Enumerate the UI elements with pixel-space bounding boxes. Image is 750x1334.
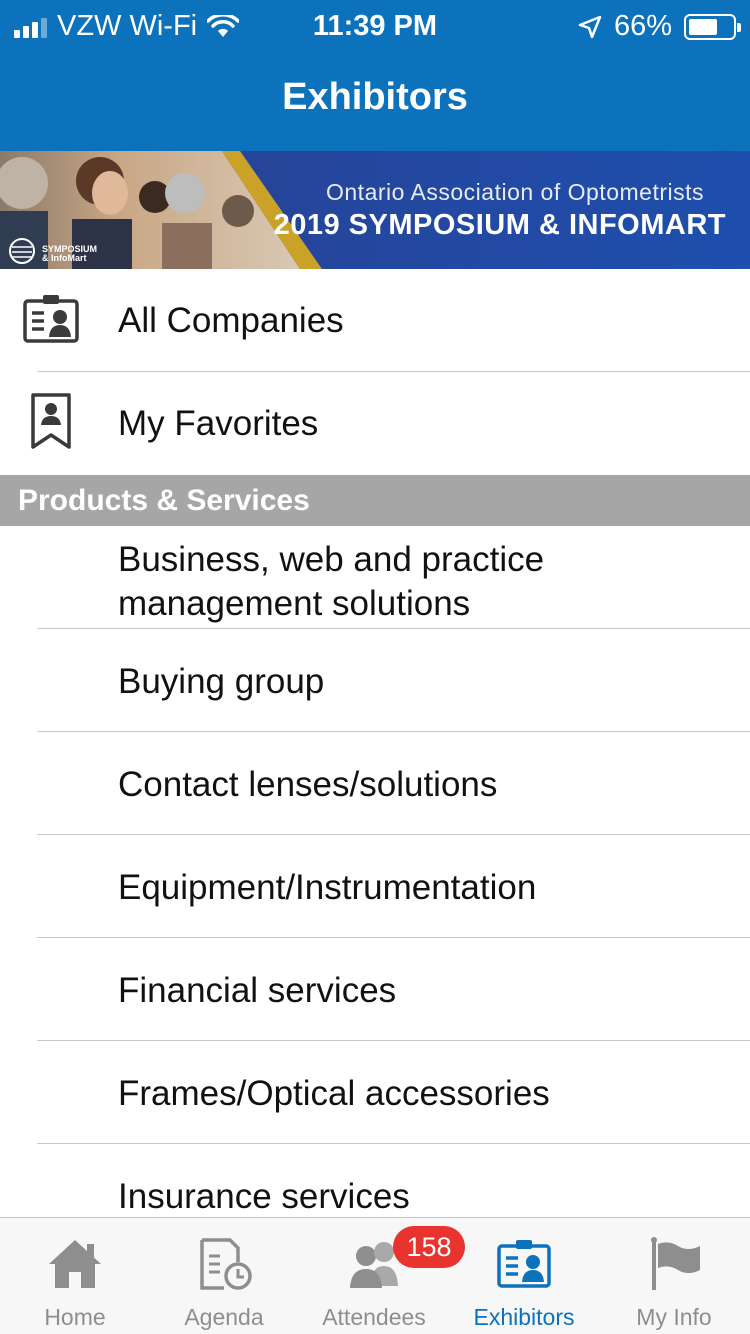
category-label: Buying group	[118, 662, 325, 701]
tab-label: Exhibitors	[473, 1304, 575, 1330]
event-banner[interactable]: SYMPOSIUM & InfoMart Ontario Association…	[0, 151, 750, 269]
exhibitor-list[interactable]: All Companies My Favorites Products & Se…	[0, 269, 750, 1247]
category-row[interactable]: Buying group	[0, 629, 750, 732]
category-row[interactable]: Equipment/Instrumentation	[0, 835, 750, 938]
battery-percent: 66%	[613, 10, 672, 42]
tab-home[interactable]: Home	[0, 1218, 150, 1334]
location-arrow-icon	[578, 15, 602, 38]
tab-bar: Home Agenda Attendees Exhibitors My Info	[0, 1217, 750, 1334]
menu-item-label: My Favorites	[118, 403, 319, 443]
status-right: 66%	[578, 10, 741, 43]
category-label: Financial services	[118, 971, 397, 1010]
category-label: Equipment/Instrumentation	[118, 868, 537, 907]
banner-event: 2019 SYMPOSIUM & INFOMART	[273, 209, 726, 241]
menu-item-label: All Companies	[118, 300, 344, 340]
menu-item-my-favorites[interactable]: My Favorites	[0, 372, 750, 475]
page-title: Exhibitors	[282, 76, 468, 118]
tab-exhibitors[interactable]: Exhibitors	[449, 1218, 599, 1334]
category-label: Contact lenses/solutions	[118, 765, 498, 804]
category-label: Insurance services	[118, 1177, 410, 1216]
category-label: Frames/Optical accessories	[118, 1074, 550, 1113]
battery-icon	[684, 13, 741, 40]
category-row[interactable]: Contact lenses/solutions	[0, 732, 750, 835]
status-bar: VZW Wi-Fi 11:39 PM 66%	[0, 0, 750, 52]
tab-agenda[interactable]: Agenda	[149, 1218, 299, 1334]
tab-label: Attendees	[322, 1304, 426, 1330]
banner-org: Ontario Association of Optometrists	[326, 179, 704, 205]
category-row[interactable]: Frames/Optical accessories	[0, 1041, 750, 1144]
battery-level	[689, 18, 717, 35]
category-row[interactable]: Financial services	[0, 938, 750, 1041]
tab-label: Home	[44, 1304, 106, 1330]
agenda-clock-icon	[200, 1238, 252, 1290]
header: VZW Wi-Fi 11:39 PM 66% Exhibitors	[0, 0, 750, 151]
tab-my-info[interactable]: My Info	[599, 1218, 749, 1334]
id-card-icon	[23, 295, 79, 343]
section-header-products-services: Products & Services	[0, 475, 750, 526]
home-icon	[49, 1240, 101, 1288]
bookmark-person-icon	[31, 393, 71, 449]
category-row[interactable]: Business, web and practice management so…	[0, 526, 750, 629]
banner-logo: SYMPOSIUM & InfoMart	[42, 244, 98, 263]
tab-label: Agenda	[184, 1304, 264, 1330]
attendees-count-badge: 158	[393, 1226, 465, 1268]
flag-icon	[651, 1237, 700, 1290]
category-label: Business, web and practice management so…	[118, 540, 545, 623]
id-card-icon	[497, 1240, 551, 1288]
menu-item-all-companies[interactable]: All Companies	[0, 269, 750, 372]
tab-label: My Info	[636, 1304, 712, 1330]
